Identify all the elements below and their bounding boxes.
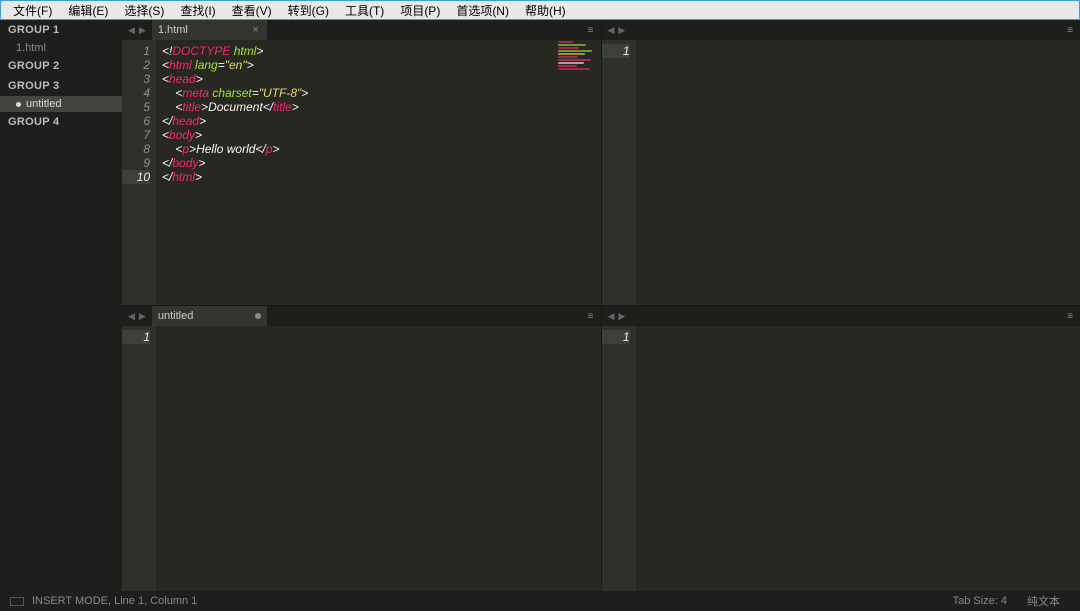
- line-number: 2: [122, 58, 150, 72]
- code-area[interactable]: [636, 326, 1080, 591]
- gutter: 1: [602, 326, 636, 591]
- code-line: <title>Document</title>: [162, 100, 601, 114]
- editor-grid: ◀▶1.html×≡12345678910<!DOCTYPE html><htm…: [122, 20, 1080, 591]
- pane-menu-icon[interactable]: ≡: [582, 25, 601, 36]
- tabbar: ◀▶ 1.html × ≡: [122, 20, 601, 40]
- code-line: [162, 330, 601, 344]
- line-number: 6: [122, 114, 150, 128]
- console-icon[interactable]: [10, 597, 24, 606]
- line-number: 7: [122, 128, 150, 142]
- arrow-left-icon[interactable]: ◀: [606, 25, 617, 36]
- sidebar: GROUP 1 1.html GROUP 2GROUP 3 untitled GROUP…: [0, 20, 122, 591]
- tab-label: untitled: [158, 310, 193, 322]
- editor-pane: ◀▶ untitled ≡ 1: [122, 306, 601, 591]
- editor[interactable]: 12345678910<!DOCTYPE html><html lang="en…: [122, 40, 601, 305]
- sidebar-file-label: 1.html: [16, 42, 46, 54]
- gutter: 1: [602, 40, 636, 305]
- sidebar-group[interactable]: GROUP 2: [0, 56, 122, 76]
- code-line: <body>: [162, 128, 601, 142]
- menubar: 文件(F)编辑(E)选择(S)查找(I)查看(V)转到(G)工具(T)项目(P)…: [0, 0, 1080, 20]
- line-number: 9: [122, 156, 150, 170]
- arrow-right-icon[interactable]: ▶: [137, 311, 148, 322]
- code-line: </head>: [162, 114, 601, 128]
- line-number: 10: [122, 170, 150, 184]
- pane-menu-icon[interactable]: ≡: [1061, 311, 1080, 322]
- editor[interactable]: 1: [122, 326, 601, 591]
- editor-pane: ◀▶1.html×≡12345678910<!DOCTYPE html><htm…: [122, 20, 601, 305]
- arrow-left-icon[interactable]: ◀: [126, 25, 137, 36]
- menu-item[interactable]: 工具(T): [337, 1, 392, 20]
- line-number: 1: [602, 330, 630, 344]
- editor[interactable]: 1: [602, 326, 1080, 591]
- code-area[interactable]: [636, 40, 1080, 305]
- arrow-left-icon[interactable]: ◀: [126, 311, 137, 322]
- arrow-right-icon[interactable]: ▶: [137, 25, 148, 36]
- code-line: <p>Hello world</p>: [162, 142, 601, 156]
- sidebar-group[interactable]: GROUP 3: [0, 76, 122, 96]
- code-line: </html>: [162, 170, 601, 184]
- tab[interactable]: 1.html ×: [152, 20, 267, 40]
- arrow-right-icon[interactable]: ▶: [616, 311, 627, 322]
- tabbar: ◀▶ ≡: [602, 20, 1080, 40]
- line-number: 8: [122, 142, 150, 156]
- tabbar: ◀▶ untitled ≡: [122, 306, 601, 326]
- line-number: 4: [122, 86, 150, 100]
- sidebar-file-label: untitled: [26, 98, 61, 110]
- menu-item[interactable]: 文件(F): [5, 1, 60, 20]
- menu-item[interactable]: 查找(I): [172, 1, 223, 20]
- code-line: <!DOCTYPE html>: [162, 44, 601, 58]
- code-line: <head>: [162, 72, 601, 86]
- line-number: 1: [122, 330, 150, 344]
- tab-modified-icon: [255, 313, 261, 319]
- line-number: 5: [122, 100, 150, 114]
- arrow-left-icon[interactable]: ◀: [606, 311, 617, 322]
- tab[interactable]: untitled: [152, 306, 267, 326]
- gutter: 1: [122, 326, 156, 591]
- arrow-right-icon[interactable]: ▶: [616, 25, 627, 36]
- status-tab-size[interactable]: Tab Size: 4: [943, 595, 1017, 607]
- line-number: 3: [122, 72, 150, 86]
- pane-menu-icon[interactable]: ≡: [1061, 25, 1080, 36]
- menu-item[interactable]: 编辑(E): [60, 1, 116, 20]
- menu-item[interactable]: 转到(G): [280, 1, 337, 20]
- code-line: </body>: [162, 156, 601, 170]
- menu-item[interactable]: 首选项(N): [448, 1, 517, 20]
- modified-dot-icon: [16, 102, 21, 107]
- status-mode: INSERT MODE, Line 1, Column 1: [32, 595, 197, 607]
- menu-item[interactable]: 项目(P): [392, 1, 448, 20]
- code-line: [642, 330, 1080, 344]
- tabbar: ◀▶ ≡: [602, 306, 1080, 326]
- code-area[interactable]: <!DOCTYPE html><html lang="en"><head> <m…: [156, 40, 601, 305]
- editor[interactable]: 1: [602, 40, 1080, 305]
- line-number: 1: [602, 44, 630, 58]
- tab-close-icon[interactable]: ×: [250, 24, 260, 36]
- editor-pane: ◀▶ ≡ 1: [602, 20, 1080, 305]
- statusbar: INSERT MODE, Line 1, Column 1 Tab Size: …: [0, 591, 1080, 611]
- status-syntax[interactable]: 纯文本: [1017, 593, 1070, 609]
- sidebar-group[interactable]: GROUP 4: [0, 112, 122, 132]
- code-line: [642, 44, 1080, 58]
- main: GROUP 1 1.html GROUP 2GROUP 3 untitled GROUP…: [0, 20, 1080, 591]
- gutter: 12345678910: [122, 40, 156, 305]
- editor-pane: ◀▶ ≡ 1: [602, 306, 1080, 591]
- tab-label: 1.html: [158, 24, 188, 36]
- sidebar-group[interactable]: GROUP 1: [0, 20, 122, 40]
- sidebar-file[interactable]: 1.html: [0, 40, 122, 56]
- code-line: <meta charset="UTF-8">: [162, 86, 601, 100]
- code-area[interactable]: [156, 326, 601, 591]
- code-line: <html lang="en">: [162, 58, 601, 72]
- menu-item[interactable]: 选择(S): [116, 1, 172, 20]
- menu-item[interactable]: 查看(V): [224, 1, 280, 20]
- pane-menu-icon[interactable]: ≡: [582, 311, 601, 322]
- line-number: 1: [122, 44, 150, 58]
- menu-item[interactable]: 帮助(H): [517, 1, 574, 20]
- sidebar-file[interactable]: untitled: [0, 96, 122, 112]
